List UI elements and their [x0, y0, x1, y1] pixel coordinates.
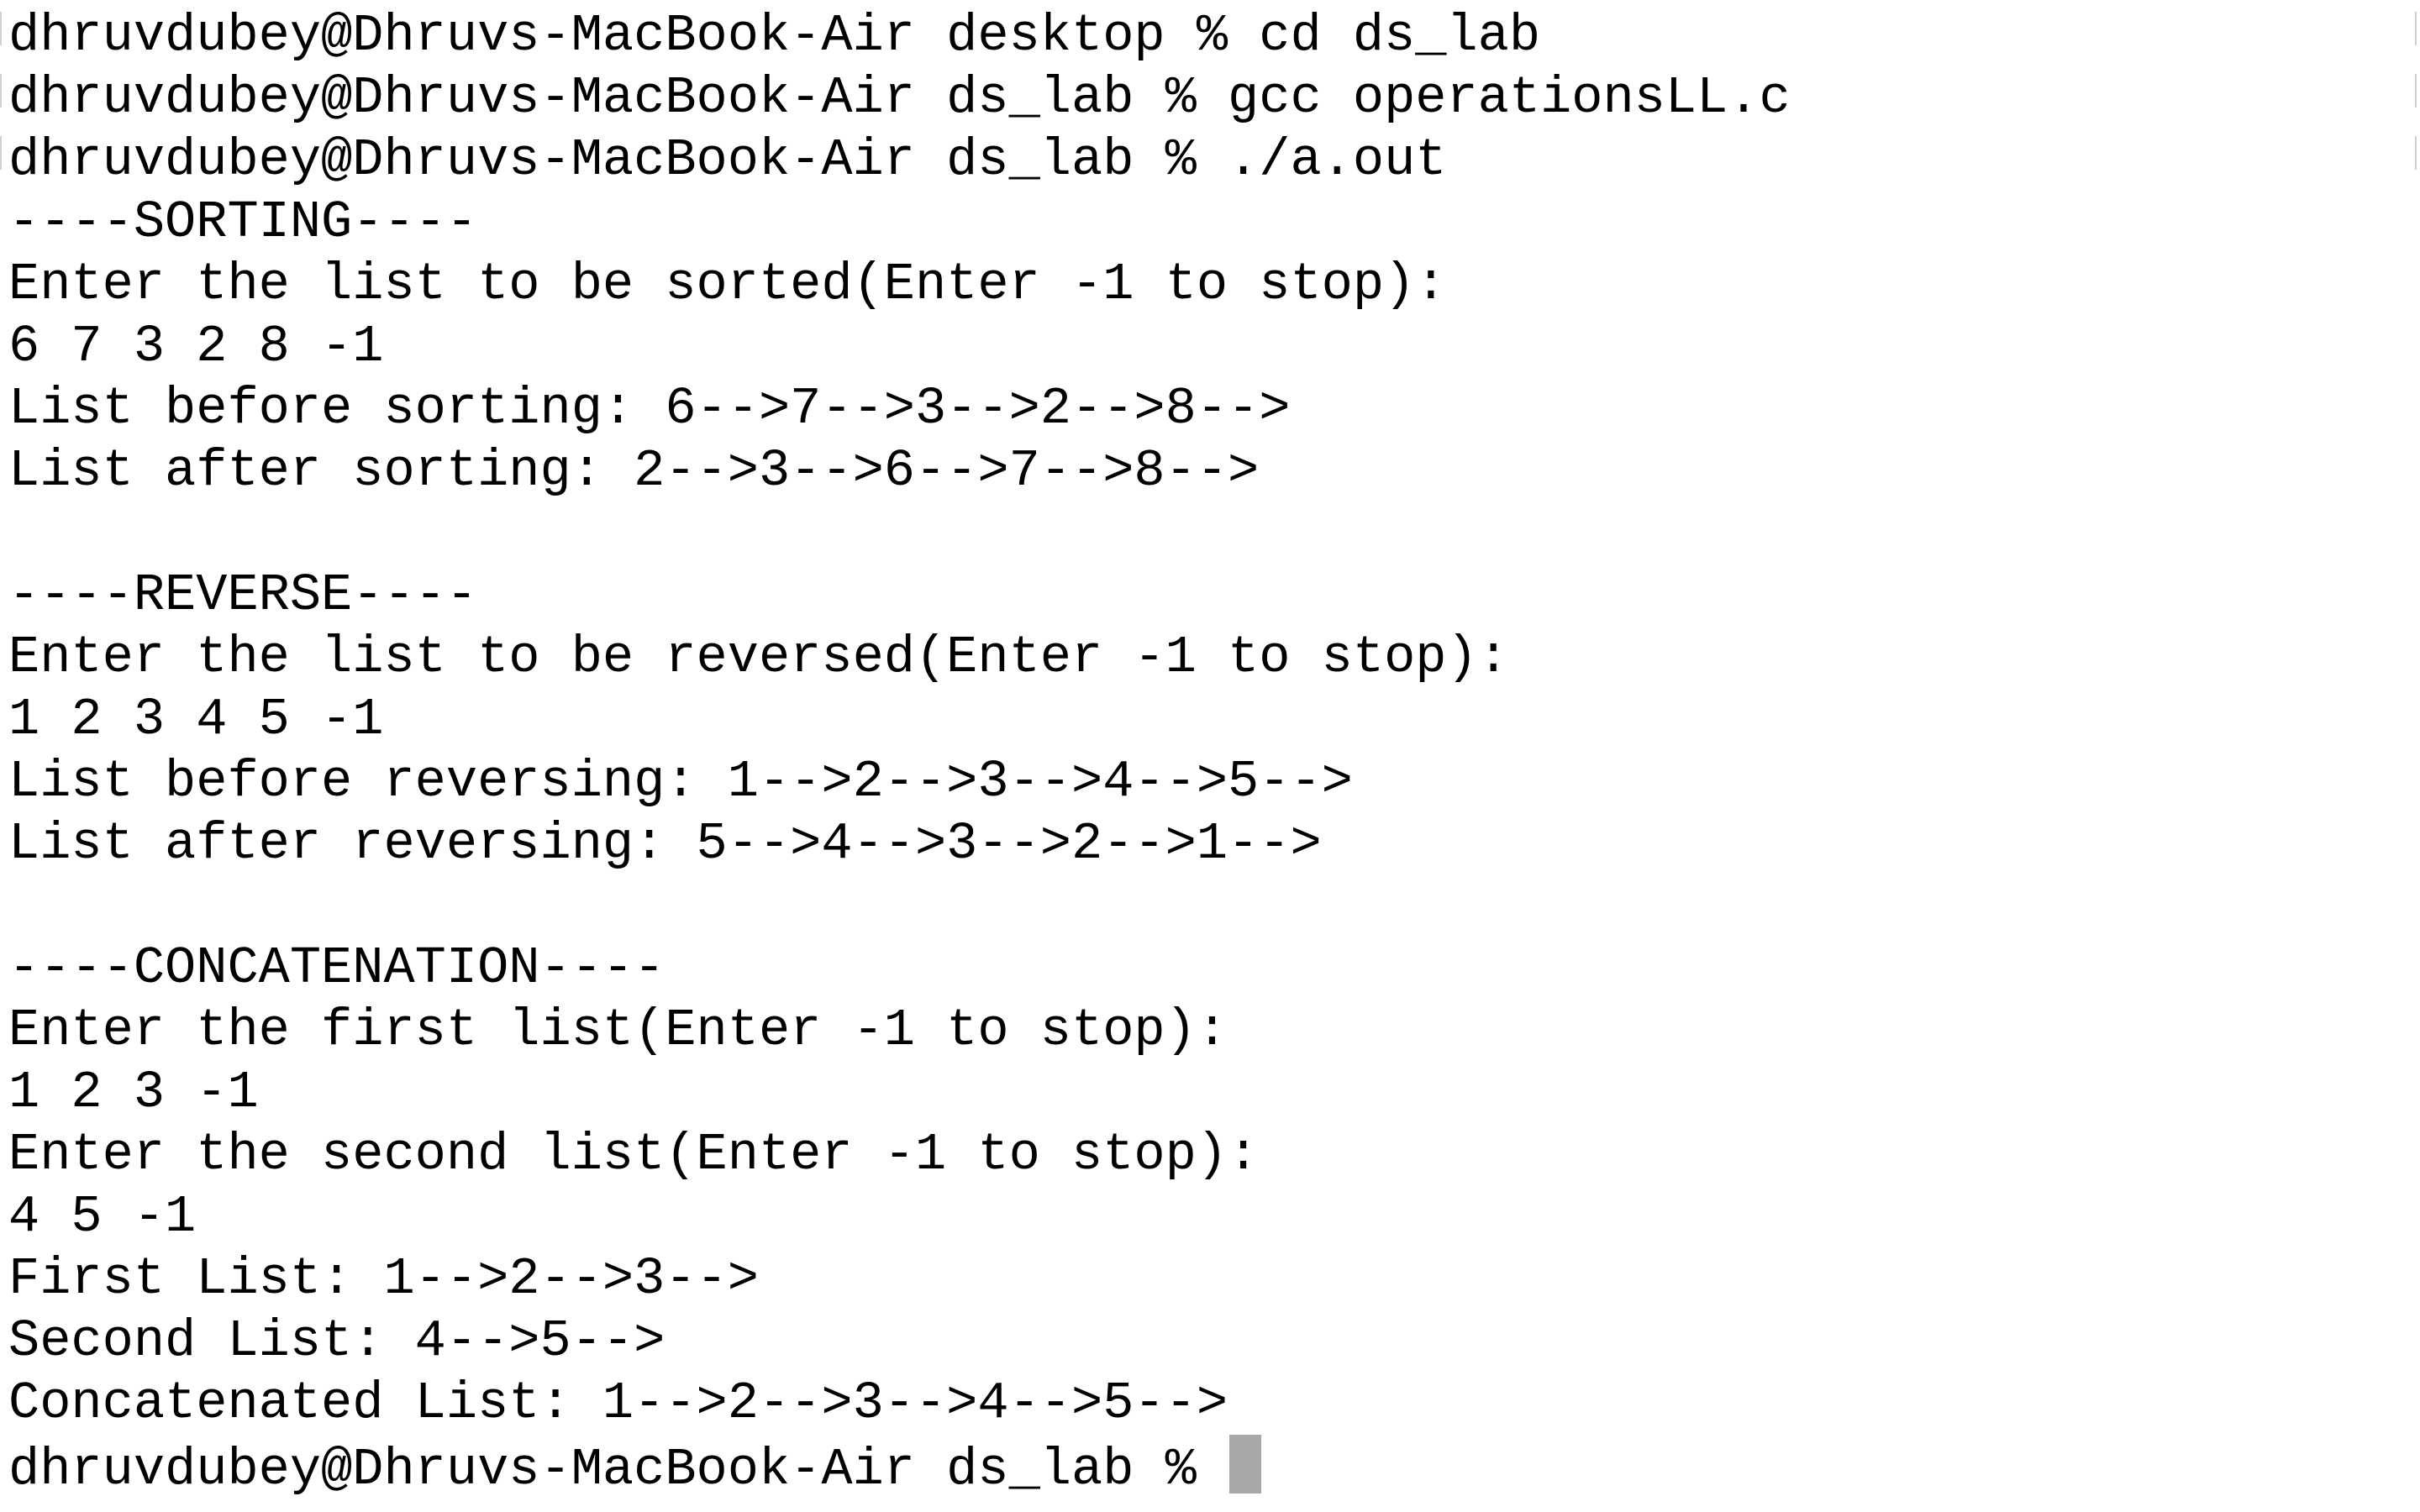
terminal-line: List after sorting: 2-->3-->6-->7-->8--> — [8, 441, 1260, 501]
right-edge-mark — [2415, 74, 2417, 108]
section-header-reverse: ----REVERSE---- — [8, 565, 478, 625]
terminal-line: List after reversing: 5-->4-->3-->2-->1-… — [8, 814, 1322, 874]
left-edge-mark — [0, 136, 2, 170]
terminal-line: List before sorting: 6-->7-->3-->2-->8--… — [8, 379, 1291, 438]
left-edge-mark — [0, 74, 2, 108]
terminal-line: Second List: 4-->5--> — [8, 1311, 666, 1371]
terminal-line: Enter the list to be reversed(Enter -1 t… — [8, 627, 1509, 687]
terminal-line: 4 5 -1 — [8, 1187, 197, 1247]
terminal-output: dhruvdubey@Dhruvs-MacBook-Air desktop % … — [8, 5, 2420, 1499]
terminal-line: First List: 1-->2-->3--> — [8, 1249, 759, 1309]
terminal-line: dhruvdubey@Dhruvs-MacBook-Air ds_lab % g… — [8, 68, 1791, 128]
terminal-line: Concatenated List: 1-->2-->3-->4-->5--> — [8, 1373, 1228, 1433]
terminal-line: 1 2 3 -1 — [8, 1063, 259, 1122]
terminal-line: Enter the list to be sorted(Enter -1 to … — [8, 255, 1447, 314]
left-edge-mark — [0, 12, 2, 45]
terminal-window[interactable]: dhruvdubey@Dhruvs-MacBook-Air desktop % … — [0, 0, 2420, 1512]
section-header-sorting: ----SORTING---- — [8, 192, 478, 252]
terminal-line: 1 2 3 4 5 -1 — [8, 690, 384, 749]
text-cursor — [1229, 1435, 1262, 1494]
terminal-line: Enter the first list(Enter -1 to stop): — [8, 1000, 1228, 1060]
right-edge-mark — [2415, 12, 2417, 45]
prompt-line[interactable]: dhruvdubey@Dhruvs-MacBook-Air ds_lab % — [8, 1435, 2420, 1499]
terminal-line: dhruvdubey@Dhruvs-MacBook-Air ds_lab % .… — [8, 130, 1447, 190]
terminal-line: 6 7 3 2 8 -1 — [8, 317, 384, 376]
terminal-line: Enter the second list(Enter -1 to stop): — [8, 1125, 1260, 1184]
terminal-line: dhruvdubey@Dhruvs-MacBook-Air desktop % … — [8, 6, 1541, 66]
section-header-concatenation: ----CONCATENATION---- — [8, 938, 666, 998]
shell-prompt: dhruvdubey@Dhruvs-MacBook-Air ds_lab % — [8, 1440, 1228, 1499]
terminal-line: List before reversing: 1-->2-->3-->4-->5… — [8, 752, 1353, 811]
right-edge-mark — [2415, 136, 2417, 170]
